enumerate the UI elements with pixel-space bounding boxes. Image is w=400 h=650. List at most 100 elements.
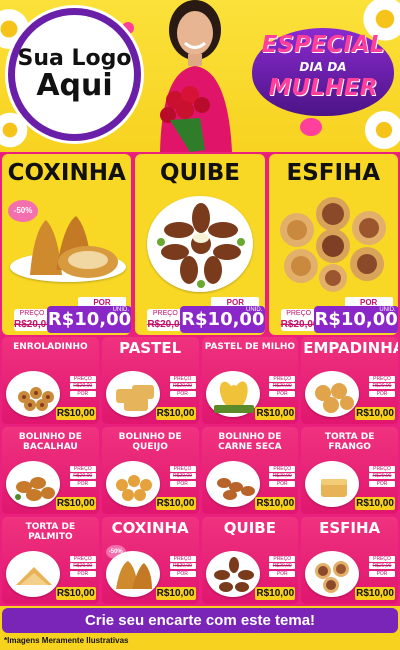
esfiha-image (279, 197, 386, 292)
product-card[interactable]: QUIBE PREÇO R$20,00 POR R$10,00 (201, 517, 299, 604)
old-price: R$20,00 (269, 563, 296, 569)
price-tag: PREÇO R$20,00 POR R$10,00 (355, 376, 395, 420)
food-image (15, 477, 55, 501)
price-tag: PREÇO R$20,00 POR R$10,00 (255, 556, 296, 600)
product-card[interactable]: BOLINHO DE QUEIJO PREÇO R$20,00 POR R$10… (101, 427, 199, 514)
food-image (315, 561, 350, 593)
product-name: TORTA DE FRANGO (324, 432, 375, 453)
product-name: PASTEL DE MILHO (204, 342, 296, 352)
price-tag: POR PREÇO R$20,00 UNID. R$10,00 (12, 297, 132, 333)
new-price-box: UNID. R$10,00 (313, 306, 398, 333)
food-image (18, 387, 54, 411)
featured-card-esfiha[interactable]: ESFIHA POR PREÇO R$20,00 UNID. R$10,00 (268, 154, 398, 335)
product-name: QUIBE (223, 519, 276, 537)
old-price: R$20,00 (169, 383, 196, 389)
badge-title-mulher: MULHER (268, 75, 378, 101)
old-price: R$20,00 (369, 473, 395, 479)
preco-label: PREÇO (269, 556, 296, 562)
featured-name: COXINHA (7, 160, 126, 186)
old-price: R$20,00 (169, 563, 196, 569)
new-price: R$10,00 (255, 407, 296, 420)
new-price: R$10,00 (47, 309, 132, 330)
old-price: R$20,00 (280, 319, 319, 330)
old-price: R$20,00 (147, 319, 186, 330)
product-card[interactable]: BOLINHO DE CARNE SECA PREÇO R$20,00 POR … (201, 427, 299, 514)
product-card[interactable]: EMPADINHA PREÇO R$20,00 POR R$10,00 (301, 337, 398, 424)
logo-line-2: Aqui (36, 68, 113, 104)
product-name: PASTEL (119, 339, 182, 357)
price-tag: POR PREÇO R$20,00 UNID. R$10,00 (145, 297, 265, 333)
new-price: R$10,00 (355, 587, 395, 600)
create-flyer-button[interactable]: Crie seu encarte com este tema! (2, 608, 398, 633)
food-image (216, 478, 255, 500)
product-card[interactable]: TORTA DE FRANGO PREÇO R$20,00 POR R$10,0… (301, 427, 398, 514)
preco-label: PREÇO (69, 556, 96, 562)
por-label: POR (169, 571, 196, 577)
por-label: POR (169, 481, 196, 487)
price-tag: PREÇO R$20,00 POR R$10,00 (55, 376, 96, 420)
price-tag: PREÇO R$20,00 POR R$10,00 (55, 556, 96, 600)
price-tag: PREÇO R$20,00 POR R$10,00 (155, 466, 196, 510)
preco-label: PREÇO (19, 310, 45, 317)
product-name: BOLINHO DE QUEIJO (118, 432, 182, 453)
food-image (115, 385, 154, 411)
preco-label: PREÇO (269, 466, 296, 472)
product-name: BOLINHO DE BACALHAU (18, 432, 82, 453)
new-price: R$10,00 (255, 497, 296, 510)
por-label: POR (269, 481, 296, 487)
disclaimer-text: *Imagens Meramente Ilustrativas (4, 636, 129, 645)
price-tag: PREÇO R$20,00 POR R$10,00 (355, 466, 395, 510)
preco-label: PREÇO (169, 556, 196, 562)
product-card[interactable]: TORTA DE PALMITO PREÇO R$20,00 POR R$10,… (2, 517, 99, 604)
new-price: R$10,00 (55, 497, 96, 510)
old-price: R$20,00 (269, 473, 296, 479)
por-label: POR (269, 571, 296, 577)
quibe-image (157, 203, 246, 288)
product-card[interactable]: COXINHA -50% PREÇO R$20,00 POR R$10,00 (101, 517, 199, 604)
old-price-box: PREÇO R$20,00 (14, 309, 52, 331)
por-label: POR (69, 391, 96, 397)
por-label: POR (169, 391, 196, 397)
new-price: R$10,00 (355, 407, 395, 420)
product-card[interactable]: PASTEL DE MILHO PREÇO R$20,00 POR R$10,0… (201, 337, 299, 424)
badge-title-dia-da: DIA DA (299, 60, 347, 74)
food-image (115, 475, 152, 501)
featured-name: ESFIHA (286, 160, 381, 186)
food-image (213, 381, 254, 413)
woman-with-roses-image (160, 0, 232, 152)
preco-label: PREÇO (369, 376, 395, 382)
featured-card-coxinha[interactable]: COXINHA -50% POR PREÇO R$20,00 UNID. R$1… (2, 154, 132, 335)
featured-card-quibe[interactable]: QUIBE POR PREÇO R$20,00 UNID. R$10,00 (135, 154, 265, 335)
preco-label: PREÇO (369, 466, 395, 472)
product-name: COXINHA (111, 519, 189, 537)
preco-label: PREÇO (269, 376, 296, 382)
food-image (315, 383, 355, 413)
old-price: R$20,00 (269, 383, 296, 389)
new-price: R$10,00 (155, 497, 196, 510)
product-name: EMPADINHA (303, 339, 398, 357)
product-card[interactable]: ENROLADINHO PREÇO R$20,00 POR R$10,00 (2, 337, 99, 424)
product-card[interactable]: ESFIHA PREÇO R$20,00 POR R$10,00 (301, 517, 398, 604)
product-card[interactable]: PASTEL PREÇO R$20,00 POR R$10,00 (101, 337, 199, 424)
cta-label: Crie seu encarte com este tema! (84, 612, 316, 629)
coxinha-image (30, 216, 118, 278)
food-image (213, 557, 254, 592)
old-price-box: PREÇO R$20,00 (280, 309, 319, 331)
preco-label: PREÇO (169, 376, 196, 382)
por-label: POR (69, 481, 96, 487)
preco-label: PREÇO (69, 466, 96, 472)
product-name: TORTA DE PALMITO (25, 522, 76, 543)
new-price: R$10,00 (255, 587, 296, 600)
special-day-badge: ESPECIAL DIA DA MULHER (252, 22, 394, 118)
product-card[interactable]: BOLINHO DE BACALHAU PREÇO R$20,00 POR R$… (2, 427, 99, 514)
price-tag: PREÇO R$20,00 POR R$10,00 (355, 556, 395, 600)
product-name: ESFIHA (319, 519, 381, 537)
badge-title-especial: ESPECIAL (261, 32, 385, 58)
por-label: POR (369, 481, 395, 487)
new-price: R$10,00 (355, 497, 395, 510)
price-tag: PREÇO R$20,00 POR R$10,00 (155, 556, 196, 600)
preco-label: PREÇO (152, 310, 178, 317)
food-image (16, 567, 52, 585)
flyer-page: Sua Logo Aqui ESPECIAL DIA DA MULHER COX… (0, 0, 400, 650)
featured-row: COXINHA -50% POR PREÇO R$20,00 UNID. R$1… (0, 152, 400, 337)
